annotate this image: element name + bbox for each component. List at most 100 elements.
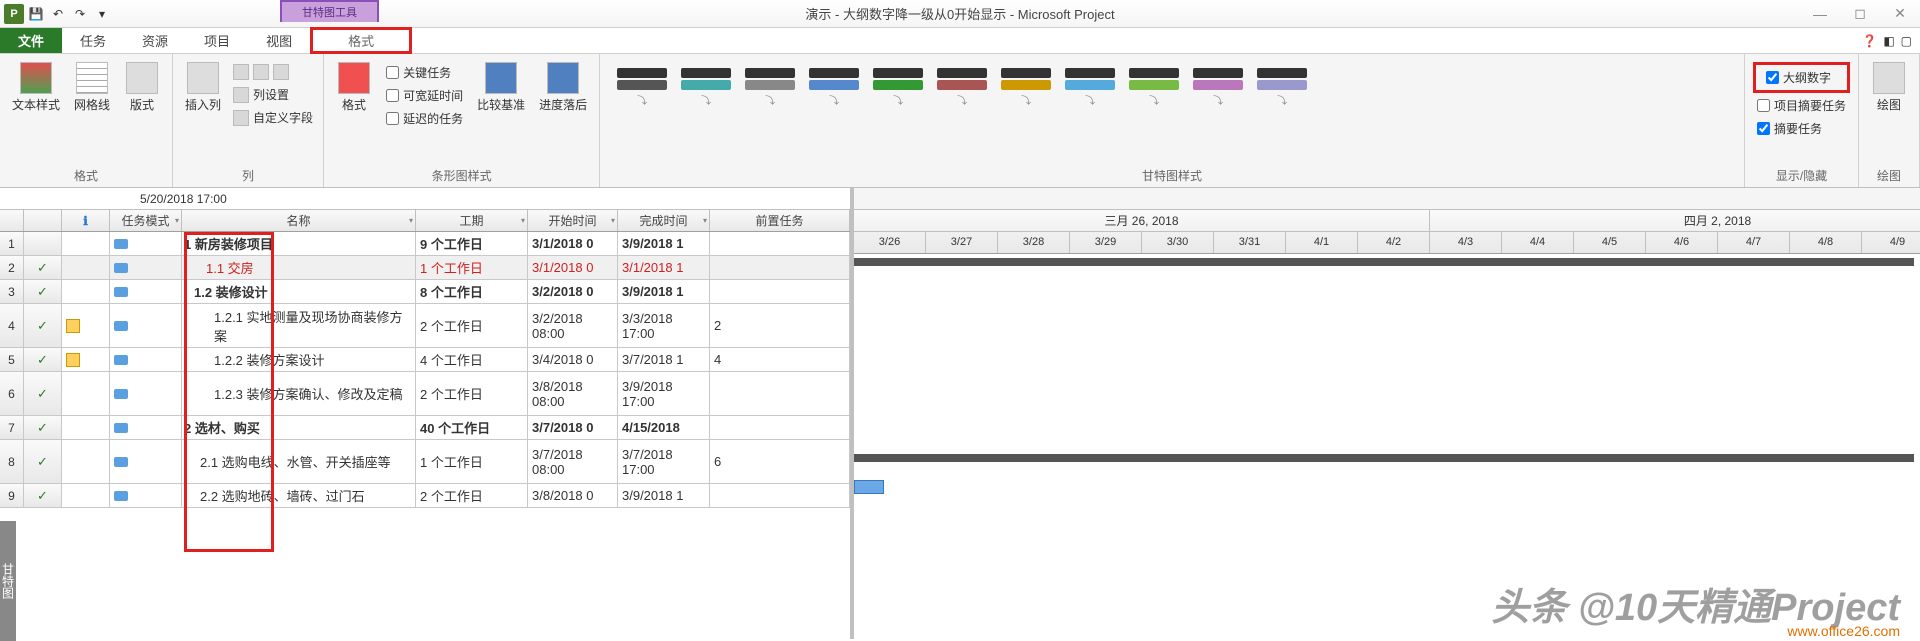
gantt-body[interactable]: [854, 254, 1920, 639]
gantt-style-9[interactable]: ⤵: [1188, 62, 1248, 112]
table-row[interactable]: 8✓2.1 选购电线、水管、开关插座等1 个工作日3/7/2018 08:003…: [0, 440, 850, 484]
redo-icon[interactable]: ↷: [70, 4, 90, 24]
column-settings-button[interactable]: 列设置: [231, 84, 315, 105]
gantt-bar[interactable]: [854, 454, 1914, 462]
row-number[interactable]: 3: [0, 280, 24, 303]
predecessor-cell[interactable]: [710, 484, 850, 507]
header-info[interactable]: ℹ: [62, 210, 110, 231]
slack-checkbox[interactable]: 可宽延时间: [382, 85, 467, 106]
duration-cell[interactable]: 2 个工作日: [416, 484, 528, 507]
tab-view[interactable]: 视图: [248, 28, 310, 53]
predecessor-cell[interactable]: [710, 232, 850, 255]
tab-format[interactable]: 格式: [310, 27, 412, 54]
table-row[interactable]: 6✓1.2.3 装修方案确认、修改及定稿2 个工作日3/8/2018 08:00…: [0, 372, 850, 416]
gridlines-button[interactable]: 网格线: [70, 58, 114, 117]
gantt-style-3[interactable]: ⤵: [804, 62, 864, 112]
gantt-style-1[interactable]: ⤵: [676, 62, 736, 112]
row-number[interactable]: 7: [0, 416, 24, 439]
duration-cell[interactable]: 9 个工作日: [416, 232, 528, 255]
duration-cell[interactable]: 1 个工作日: [416, 440, 528, 483]
row-number[interactable]: 4: [0, 304, 24, 347]
project-summary-checkbox[interactable]: 项目摘要任务: [1753, 95, 1850, 116]
side-label-gantt[interactable]: 甘特图: [0, 521, 16, 641]
gantt-style-7[interactable]: ⤵: [1060, 62, 1120, 112]
start-cell[interactable]: 3/7/2018 08:00: [528, 440, 618, 483]
tab-resource[interactable]: 资源: [124, 28, 186, 53]
predecessor-cell[interactable]: [710, 416, 850, 439]
header-duration[interactable]: 工期▾: [416, 210, 528, 231]
row-number[interactable]: 6: [0, 372, 24, 415]
row-number[interactable]: 8: [0, 440, 24, 483]
task-name-cell[interactable]: 1.2.2 装修方案设计: [182, 348, 416, 371]
app-icon[interactable]: P: [4, 4, 24, 24]
drawing-button[interactable]: 绘图: [1867, 58, 1911, 117]
finish-cell[interactable]: 3/9/2018 1: [618, 232, 710, 255]
task-mode-cell[interactable]: [110, 484, 182, 507]
predecessor-cell[interactable]: [710, 280, 850, 303]
gantt-style-2[interactable]: ⤵: [740, 62, 800, 112]
outline-number-checkbox[interactable]: 大纲数字: [1762, 67, 1841, 88]
task-name-cell[interactable]: 1.2.3 装修方案确认、修改及定稿: [182, 372, 416, 415]
task-name-cell[interactable]: 1.2 装修设计: [182, 280, 416, 303]
start-cell[interactable]: 3/1/2018 0: [528, 232, 618, 255]
table-row[interactable]: 5✓1.2.2 装修方案设计4 个工作日3/4/2018 03/7/2018 1…: [0, 348, 850, 372]
tab-task[interactable]: 任务: [62, 28, 124, 53]
start-cell[interactable]: 3/8/2018 0: [528, 484, 618, 507]
finish-cell[interactable]: 3/3/2018 17:00: [618, 304, 710, 347]
start-cell[interactable]: 3/1/2018 0: [528, 256, 618, 279]
help-icon[interactable]: ❓: [1862, 34, 1877, 48]
task-mode-cell[interactable]: [110, 232, 182, 255]
close-button[interactable]: ✕: [1880, 0, 1920, 28]
task-name-cell[interactable]: 2.2 选购地砖、墙砖、过门石: [182, 484, 416, 507]
align-buttons[interactable]: [231, 62, 315, 82]
task-mode-cell[interactable]: [110, 348, 182, 371]
summary-tasks-checkbox[interactable]: 摘要任务: [1753, 118, 1850, 139]
insert-column-button[interactable]: 插入列: [181, 58, 225, 117]
start-cell[interactable]: 3/2/2018 0: [528, 280, 618, 303]
window-options-icon[interactable]: ◧: [1883, 34, 1894, 48]
task-mode-cell[interactable]: [110, 440, 182, 483]
row-number[interactable]: 2: [0, 256, 24, 279]
duration-cell[interactable]: 2 个工作日: [416, 304, 528, 347]
gantt-style-8[interactable]: ⤵: [1124, 62, 1184, 112]
start-cell[interactable]: 3/4/2018 0: [528, 348, 618, 371]
format-dropdown-button[interactable]: 格式: [332, 58, 376, 117]
duration-cell[interactable]: 2 个工作日: [416, 372, 528, 415]
finish-cell[interactable]: 3/9/2018 17:00: [618, 372, 710, 415]
task-name-cell[interactable]: 1 新房装修项目: [182, 232, 416, 255]
finish-cell[interactable]: 3/7/2018 1: [618, 348, 710, 371]
critical-tasks-checkbox[interactable]: 关键任务: [382, 62, 467, 83]
header-predecessors[interactable]: 前置任务: [710, 210, 850, 231]
text-styles-button[interactable]: 文本样式: [8, 58, 64, 117]
task-name-cell[interactable]: 1.1 交房: [182, 256, 416, 279]
row-number[interactable]: 1: [0, 232, 24, 255]
predecessor-cell[interactable]: 4: [710, 348, 850, 371]
gantt-bar[interactable]: [854, 480, 884, 494]
start-cell[interactable]: 3/2/2018 08:00: [528, 304, 618, 347]
tab-project[interactable]: 项目: [186, 28, 248, 53]
duration-cell[interactable]: 8 个工作日: [416, 280, 528, 303]
task-mode-cell[interactable]: [110, 372, 182, 415]
finish-cell[interactable]: 4/15/2018: [618, 416, 710, 439]
duration-cell[interactable]: 40 个工作日: [416, 416, 528, 439]
table-row[interactable]: 4✓1.2.1 实地测量及现场协商装修方案2 个工作日3/2/2018 08:0…: [0, 304, 850, 348]
undo-icon[interactable]: ↶: [48, 4, 68, 24]
task-name-cell[interactable]: 2.1 选购电线、水管、开关插座等: [182, 440, 416, 483]
row-number[interactable]: 9: [0, 484, 24, 507]
table-row[interactable]: 2✓1.1 交房1 个工作日3/1/2018 03/1/2018 1: [0, 256, 850, 280]
gantt-style-5[interactable]: ⤵: [932, 62, 992, 112]
predecessor-cell[interactable]: 6: [710, 440, 850, 483]
tab-file[interactable]: 文件: [0, 28, 62, 53]
header-name[interactable]: 名称▾: [182, 210, 416, 231]
finish-cell[interactable]: 3/9/2018 1: [618, 280, 710, 303]
task-mode-cell[interactable]: [110, 256, 182, 279]
header-indicators[interactable]: [24, 210, 62, 231]
late-tasks-checkbox[interactable]: 延迟的任务: [382, 108, 467, 129]
task-mode-cell[interactable]: [110, 304, 182, 347]
layout-button[interactable]: 版式: [120, 58, 164, 117]
header-finish[interactable]: 完成时间▾: [618, 210, 710, 231]
duration-cell[interactable]: 1 个工作日: [416, 256, 528, 279]
gantt-bar[interactable]: [854, 258, 1914, 266]
header-task-mode[interactable]: 任务模式▾: [110, 210, 182, 231]
duration-cell[interactable]: 4 个工作日: [416, 348, 528, 371]
